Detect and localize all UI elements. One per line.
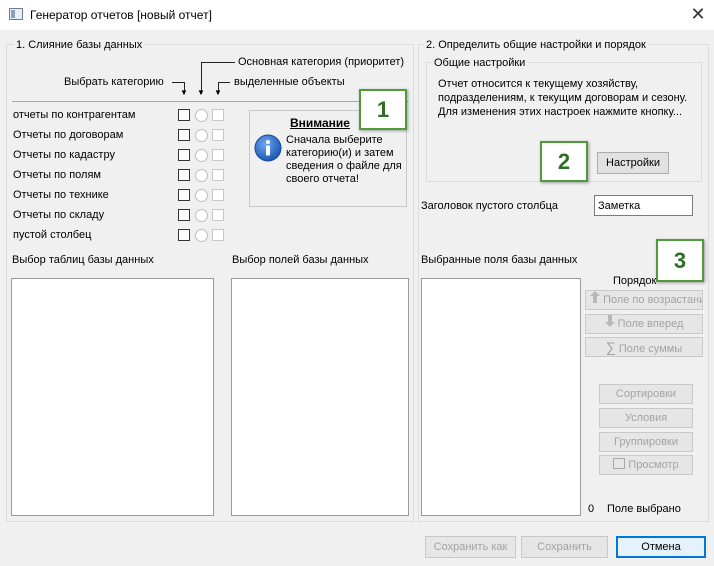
annotation-badge-3: 3 [656,239,704,282]
window-title: Генератор отчетов [новый отчет] [30,8,212,22]
field-forward-button[interactable]: Поле вперед [585,314,703,334]
save-as-button[interactable]: Сохранить как [425,536,516,558]
main-category-header: Основная категория (приоритет) [238,56,405,68]
info-icon [254,134,282,162]
field-sum-button[interactable]: ∑ Поле суммы [585,337,703,357]
arrow-up-icon [590,291,600,309]
tables-label: Выбор таблиц базы данных [12,254,154,266]
selected-fields-label: Выбранные поля базы данных [421,254,578,266]
category-label: Отчеты по технике [13,189,109,201]
save-button[interactable]: Сохранить [521,536,608,558]
arrow-line [218,82,230,83]
selected-objects-checkbox[interactable] [212,189,224,201]
close-button[interactable]: ✕ [686,4,710,26]
general-settings-title: Общие настройки [432,57,528,69]
empty-column-label: Заголовок пустого столбца [421,200,559,212]
main-category-radio[interactable] [195,209,208,222]
category-checkbox[interactable] [178,109,190,121]
annotation-badge-1: 1 [359,89,407,130]
selected-count: 0 [588,503,595,515]
category-checkbox[interactable] [178,189,190,201]
category-label: отчеты по контрагентам [13,109,136,121]
app-window-icon [9,8,23,20]
field-up-label: Поле по возрастанию [603,294,703,306]
selected-objects-checkbox[interactable] [212,149,224,161]
field-forward-label: Поле вперед [617,318,684,330]
notice-title: Внимание [290,116,350,130]
divider [12,101,408,102]
selected-objects-checkbox[interactable] [212,129,224,141]
arrow-line [201,62,235,63]
arrow-head-icon: ▼ [180,88,188,97]
category-checkbox[interactable] [178,169,190,181]
selected-objects-checkbox[interactable] [212,209,224,221]
arrow-line [172,82,184,83]
tables-listbox[interactable] [11,278,214,516]
fields-label: Выбор полей базы данных [232,254,369,266]
selected-count-label: Поле выбрано [607,503,681,515]
section1-title: 1. Слияние базы данных [14,39,145,51]
category-label: Отчеты по полям [13,169,101,181]
arrow-head-icon: ▼ [197,88,205,97]
category-checkbox[interactable] [178,129,190,141]
notice-text: Сначала выберите категорию(и) и затем св… [286,134,402,185]
selected-objects-checkbox[interactable] [212,169,224,181]
field-up-button[interactable]: Поле по возрастанию [585,290,703,310]
sigma-icon: ∑ [605,339,616,355]
category-checkbox[interactable] [178,209,190,221]
category-label: Отчеты по договорам [13,129,124,141]
selected-objects-checkbox[interactable] [212,229,224,241]
empty-column-input[interactable] [594,195,693,216]
category-label: Отчеты по складу [13,209,105,221]
arrow-head-icon: ▼ [214,88,222,97]
settings-button[interactable]: Настройки [597,152,669,174]
order-label: Порядок [613,275,657,287]
arrow-down-icon [604,315,615,333]
grouping-button[interactable]: Группировки [599,432,693,452]
selected-fields-listbox[interactable] [421,278,581,516]
preview-button[interactable]: Просмотр [599,455,693,475]
main-category-radio[interactable] [195,229,208,242]
sorting-button[interactable]: Сортировки [599,384,693,404]
selected-objects-checkbox[interactable] [212,109,224,121]
general-settings-text: Отчет относится к текущему хозяйству, по… [438,78,688,118]
main-category-radio[interactable] [195,169,208,182]
fields-listbox[interactable] [231,278,409,516]
section2-title: 2. Определить общие настройки и порядок [424,39,648,51]
annotation-badge-2: 2 [540,141,588,182]
preview-icon [613,458,626,469]
main-category-radio[interactable] [195,189,208,202]
category-checkbox[interactable] [178,229,190,241]
select-category-header: Выбрать категорию [64,76,164,88]
cancel-button[interactable]: Отмена [616,536,706,558]
main-category-radio[interactable] [195,149,208,162]
category-label: пустой столбец [13,229,92,241]
main-category-radio[interactable] [195,109,208,122]
category-label: Отчеты по кадастру [13,149,115,161]
category-checkbox[interactable] [178,149,190,161]
conditions-button[interactable]: Условия [599,408,693,428]
selected-objects-header: выделенные объекты [234,76,345,88]
preview-label: Просмотр [628,459,679,471]
field-sum-label: Поле суммы [618,343,683,355]
main-category-radio[interactable] [195,129,208,142]
